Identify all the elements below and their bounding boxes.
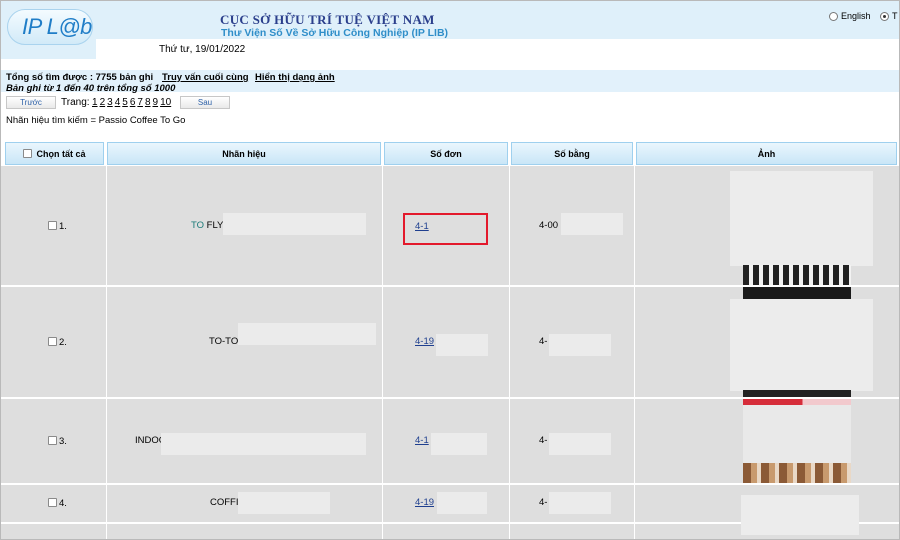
registration-number: 4- xyxy=(539,435,548,446)
lang-english-option[interactable]: English xyxy=(829,11,871,21)
row-checkbox[interactable] xyxy=(48,221,57,230)
application-number-link[interactable]: 4-19 xyxy=(415,336,434,347)
page-link[interactable]: 5 xyxy=(122,97,128,108)
mark-image-fragment xyxy=(743,390,851,397)
logo-text: IP L@b xyxy=(22,14,92,39)
record-range: Bản ghi từ 1 đến 40 trên tổng số 1000 xyxy=(6,83,176,94)
mark-name: TO FLY xyxy=(191,220,223,231)
page-link[interactable]: 7 xyxy=(137,97,143,108)
image-view-link[interactable]: Hiển thị dạng ảnh xyxy=(255,72,335,83)
org-title: CỤC SỞ HỮU TRÍ TUỆ VIỆT NAM xyxy=(220,12,435,27)
lang-english-label: English xyxy=(841,11,871,21)
search-query: Nhãn hiệu tìm kiếm = Passio Coffee To Go xyxy=(6,115,186,126)
radio-english[interactable] xyxy=(829,11,838,21)
select-all-label: Chọn tất cả xyxy=(36,148,86,159)
current-date: Thứ tư, 19/01/2022 xyxy=(159,44,246,55)
page-link[interactable]: 1 xyxy=(92,97,98,108)
redacted-area xyxy=(561,213,623,235)
redacted-area xyxy=(549,334,611,356)
radio-other[interactable] xyxy=(880,11,889,21)
mark-rest: COFFI xyxy=(210,497,239,508)
mark-highlight: TO xyxy=(191,220,205,231)
prev-button[interactable]: Trước xyxy=(6,96,56,109)
highlight-box xyxy=(403,213,488,245)
page-links: 1 2 3 4 5 6 7 8 9 10 xyxy=(92,97,171,108)
redacted-area xyxy=(549,433,611,455)
redacted-area xyxy=(549,492,611,514)
lang-other-label: T xyxy=(892,11,898,21)
mark-image xyxy=(741,495,859,535)
mark-name: COFFI xyxy=(210,497,239,508)
total-records: Tổng số tìm được : 7755 bản ghi xyxy=(6,72,154,83)
page-label: Trang: xyxy=(61,97,90,108)
header-image: Ảnh xyxy=(636,142,897,165)
redacted-area xyxy=(437,492,487,514)
mark-image-fragment xyxy=(743,463,851,483)
redacted-area xyxy=(238,323,376,345)
row-index: 1. xyxy=(59,221,67,232)
row-checkbox[interactable] xyxy=(48,498,57,507)
registration-number: 4- xyxy=(539,497,548,508)
registration-number: 4-00 xyxy=(539,220,559,231)
library-title: Thư Viện Số Về Sở Hữu Công Nghiệp (IP LI… xyxy=(221,27,449,39)
application-number-link[interactable]: 4-19 xyxy=(415,497,434,508)
lang-other-option[interactable]: T xyxy=(880,11,898,21)
mark-name: TO-TO xyxy=(209,336,238,347)
redacted-area xyxy=(431,433,487,455)
page-link[interactable]: 3 xyxy=(107,97,113,108)
row-checkbox[interactable] xyxy=(48,337,57,346)
row-index: 3. xyxy=(59,436,67,447)
page-link[interactable]: 9 xyxy=(153,97,159,108)
header-registration: Số bằng xyxy=(511,142,633,165)
next-button[interactable]: Sau xyxy=(180,96,230,109)
select-all-header[interactable]: Chọn tất cả xyxy=(5,142,104,165)
page-link[interactable]: 6 xyxy=(130,97,136,108)
mark-image xyxy=(730,171,873,266)
redacted-area xyxy=(436,334,488,356)
last-query-link[interactable]: Truy vấn cuối cùng xyxy=(162,72,249,83)
select-all-checkbox[interactable] xyxy=(23,149,33,158)
row-checkbox[interactable] xyxy=(48,436,57,445)
redacted-area xyxy=(238,492,330,514)
header-mark: Nhãn hiệu xyxy=(107,142,381,165)
redacted-area xyxy=(161,433,366,455)
row-index: 2. xyxy=(59,337,67,348)
header-application: Số đơn xyxy=(384,142,508,165)
row-index: 4. xyxy=(59,498,67,509)
mark-rest: TO-TO xyxy=(209,336,239,347)
registration-number: 4- xyxy=(539,336,548,347)
mark-image-fragment xyxy=(743,265,851,285)
application-number-link[interactable]: 4-1 xyxy=(415,435,429,446)
ip-lab-logo[interactable]: IP L@b xyxy=(7,9,93,45)
page-link[interactable]: 2 xyxy=(100,97,106,108)
page-link[interactable]: 4 xyxy=(115,97,121,108)
mark-image xyxy=(743,405,851,463)
page-link[interactable]: 8 xyxy=(145,97,151,108)
redacted-area xyxy=(223,213,366,235)
browser-frame: IP L@b CỤC SỞ HỮU TRÍ TUỆ VIỆT NAM Thư V… xyxy=(0,0,900,540)
mark-image-fragment xyxy=(743,287,851,299)
page-link[interactable]: 10 xyxy=(160,97,171,108)
row-divider xyxy=(1,483,899,485)
mark-rest: FLY xyxy=(204,220,224,231)
mark-image xyxy=(730,299,873,391)
